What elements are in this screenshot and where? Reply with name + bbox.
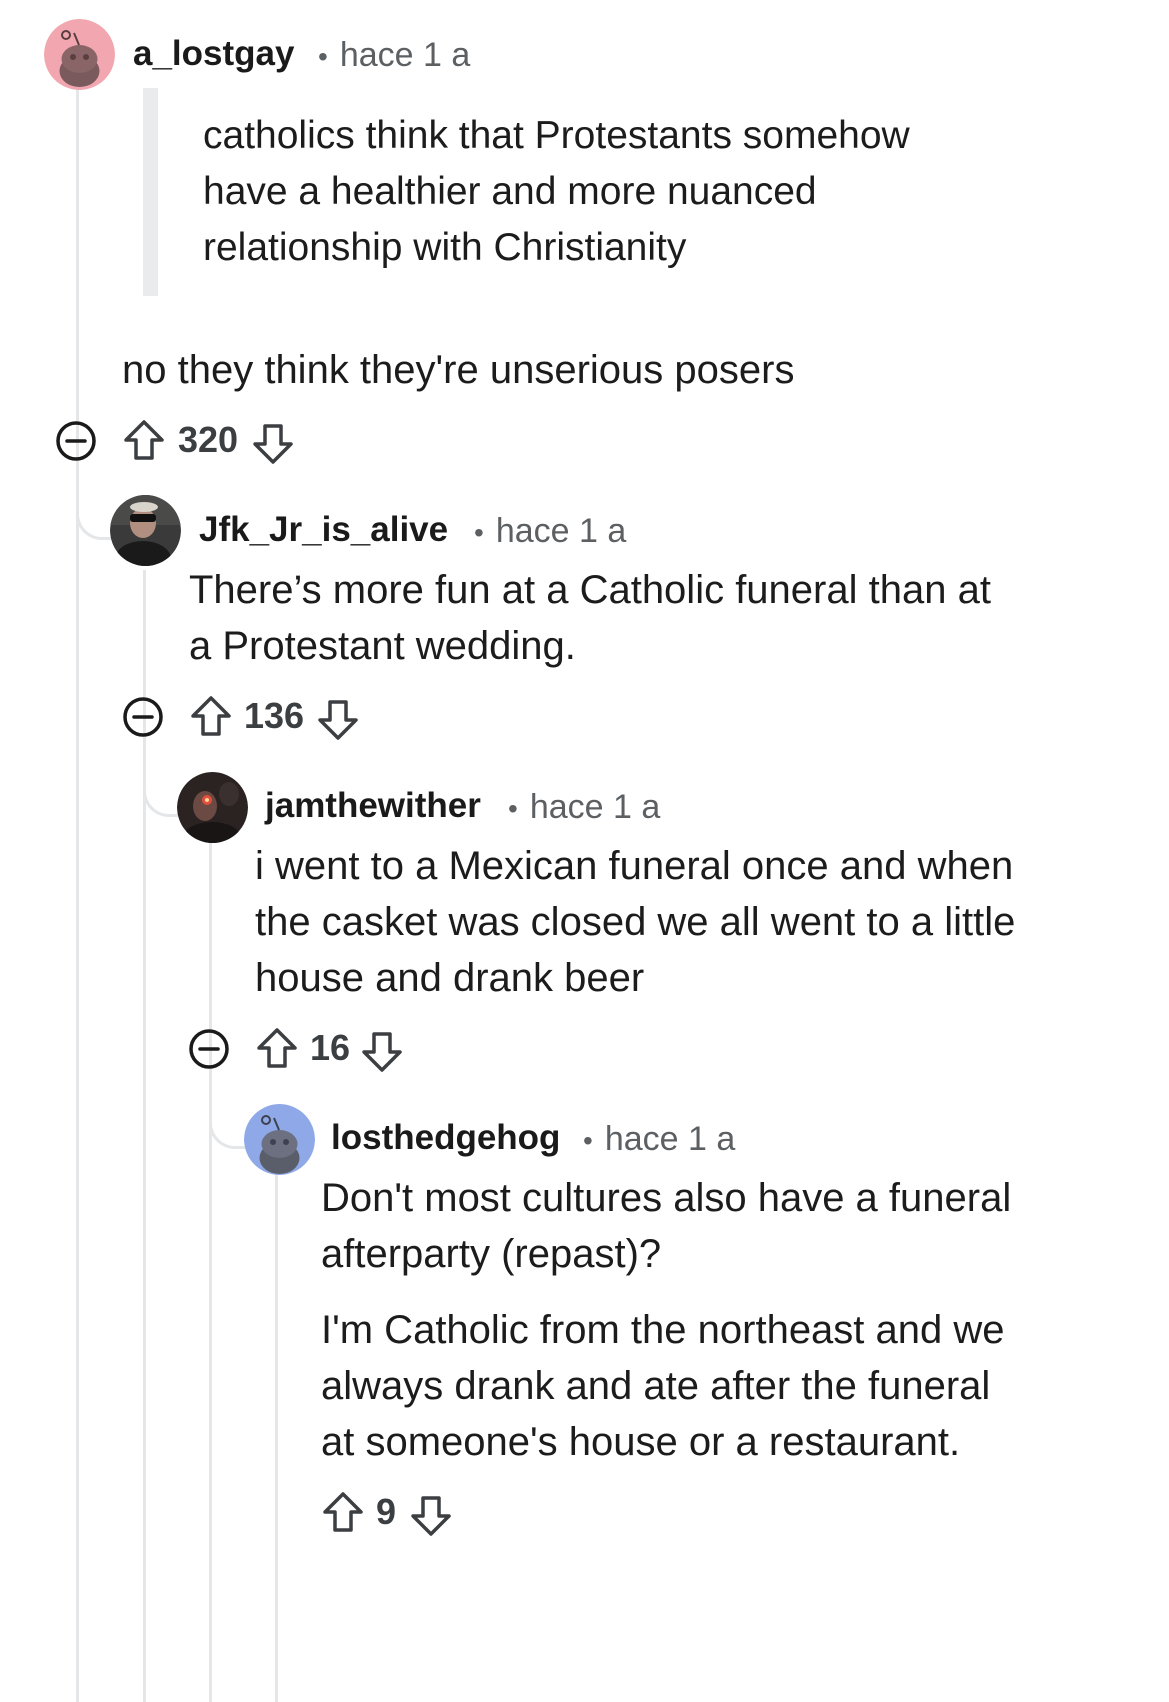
comment-actions: 16 [188,1024,488,1072]
separator-dot: • [474,517,484,548]
comment-timestamp: • hace 1 a [318,36,470,75]
vote-count: 9 [376,1491,397,1532]
comment-timestamp: • hace 1 a [583,1120,735,1159]
comment-timestamp: • hace 1 a [474,512,626,551]
pink-snoo-avatar-icon [44,19,115,90]
collapse-icon[interactable] [188,1028,230,1070]
comment-body: There’s more fun at a Catholic funeral t… [189,562,1149,674]
avatar[interactable] [44,19,115,90]
comment-line: Don't most cultures also have a funeral [321,1176,1012,1220]
thread-connector-level-3 [209,1072,245,1149]
comment-username[interactable]: a_lostgay [133,34,294,74]
thread-connector-level-1 [76,462,112,540]
timestamp-text: hace 1 a [495,512,627,550]
quote-line: relationship with Christianity [203,226,687,269]
thread-line-level-3 [275,1170,278,1702]
quote-bar [143,88,158,296]
comment-line: There’s more fun at a Catholic funeral t… [189,568,991,612]
vote-count: 16 [310,1027,351,1068]
comment-body: i went to a Mexican funeral once and whe… [255,838,1155,1006]
downvote-icon[interactable] [251,422,295,466]
comment-line: I'm Catholic from the northeast and we [321,1308,1005,1352]
avatar[interactable] [177,772,248,843]
comment-line: no they think they're unserious posers [122,348,795,392]
comment-line: afterparty (repast)? [321,1232,662,1276]
separator-dot: • [318,41,328,72]
avatar[interactable] [244,1104,315,1175]
thread-line-level-0 [76,88,79,1702]
comment-line: a Protestant wedding. [189,624,576,668]
comment-username[interactable]: jamthewither [265,786,481,826]
thread-line-level-2 [209,842,212,1702]
man-with-sunglasses-avatar-icon [110,495,181,566]
comment-line: the casket was closed we all went to a l… [255,900,1016,944]
avatar[interactable] [110,495,181,566]
comment-body: Don't most cultures also have a funeral … [321,1170,1161,1470]
downvote-icon[interactable] [409,1494,453,1538]
dark-photo-avatar-icon [177,772,248,843]
comment-line: always drank and ate after the funeral [321,1364,991,1408]
comment-line: house and drank beer [255,956,645,1000]
timestamp-text: hace 1 a [529,788,661,826]
comment-line: i went to a Mexican funeral once and whe… [255,844,1014,888]
comment-actions: 136 [122,692,422,740]
comment-actions: 9 [321,1488,521,1536]
collapse-icon[interactable] [55,420,97,462]
vote-count: 136 [244,695,305,736]
upvote-icon[interactable] [321,1490,365,1534]
comment-timestamp: • hace 1 a [508,788,660,827]
upvote-icon[interactable] [189,694,233,738]
quoted-text: catholics think that Protestants somehow… [203,108,1103,276]
comment-actions: 320 [55,416,355,464]
separator-dot: • [508,793,518,824]
timestamp-text: hace 1 a [604,1120,736,1158]
quote-line: catholics think that Protestants somehow [203,114,910,157]
vote-count: 320 [178,419,239,460]
quote-line: have a healthier and more nuanced [203,170,817,213]
separator-dot: • [583,1125,593,1156]
comment-line: at someone's house or a restaurant. [321,1420,961,1464]
downvote-icon[interactable] [360,1030,404,1074]
downvote-icon[interactable] [316,698,360,742]
upvote-icon[interactable] [255,1026,299,1070]
thread-connector-level-2 [143,740,179,817]
comment-username[interactable]: Jfk_Jr_is_alive [199,510,448,550]
collapse-icon[interactable] [122,696,164,738]
timestamp-text: hace 1 a [339,36,471,74]
comment-body: no they think they're unserious posers [122,340,1122,400]
upvote-icon[interactable] [122,418,166,462]
blue-snoo-avatar-icon [244,1104,315,1175]
comment-username[interactable]: losthedgehog [331,1118,560,1158]
